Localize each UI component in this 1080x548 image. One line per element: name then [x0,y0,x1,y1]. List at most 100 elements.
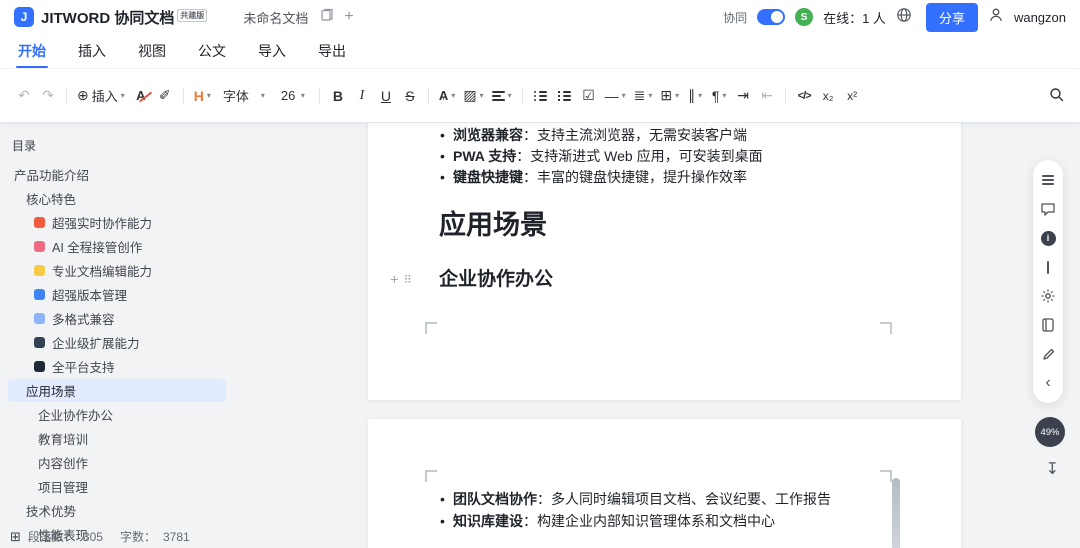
collapse-panel-button[interactable]: ‹ [1040,375,1056,391]
outline-item-enterprise-office[interactable]: 企业协作办公 [8,403,226,426]
strikethrough-button[interactable]: S [398,82,422,110]
bullet-item[interactable]: 浏览器兼容：支持主流浏览器，无需安装客户端 [440,125,891,146]
font-family-select[interactable]: 字体 ▾ [215,82,273,110]
search-button[interactable] [1044,82,1068,110]
table-icon: ⊞ [660,87,673,103]
superscript-button[interactable]: x² [840,82,864,110]
tab-export[interactable]: 导出 [316,34,348,68]
subscript-button[interactable]: x₂ [816,82,840,110]
align-button[interactable]: ▾ [488,82,516,110]
settings-button[interactable] [1040,288,1056,304]
outline-item-content-creation[interactable]: 内容创作 [8,451,226,474]
document-title[interactable]: 未命名文档 [243,8,308,27]
columns-icon: ∥ [688,87,696,103]
collaborator-avatar[interactable]: S [795,8,814,26]
indent-decrease-button[interactable]: ⇤ [755,82,779,110]
heading-1[interactable]: 应用场景 [439,206,891,244]
outline-item-product-intro[interactable]: 产品功能介绍 [8,163,226,186]
drag-handle-icon[interactable]: ⠿ [404,274,412,287]
italic-button[interactable]: I [350,82,374,110]
language-globe-icon[interactable] [896,7,912,28]
table-button[interactable]: ⊞ ▾ [656,82,683,110]
notebook-button[interactable] [1040,317,1056,333]
chevron-down-icon: ▾ [648,91,653,100]
app-logo-icon[interactable]: J [14,7,34,27]
bullet-list-icon [534,90,548,101]
zoom-badge[interactable]: 49% [1035,417,1065,447]
add-block-icon[interactable]: + [390,273,399,288]
doc-tab-icon[interactable] [320,8,334,27]
user-name[interactable]: wangzon [1014,10,1066,25]
insert-button[interactable]: ⊕ 插入 ▾ [73,82,129,110]
tab-import[interactable]: 导入 [256,34,288,68]
pen-button[interactable] [1040,346,1056,362]
heading-style-button[interactable]: H ▾ [190,82,215,110]
tab-view[interactable]: 视图 [136,34,168,68]
user-icon[interactable] [988,7,1004,28]
format-painter-icon: ✐ [158,87,171,103]
highlight-color-icon: ▨ [463,87,477,103]
menu-button[interactable] [1040,172,1056,188]
bullet-item[interactable]: PWA 支持：支持渐进式 Web 应用，可安装到桌面 [440,146,891,167]
undo-button[interactable]: ↶ [12,82,36,110]
rocket-icon [34,217,45,228]
sync-icon [34,289,45,300]
document-page-1[interactable]: 浏览器兼容：支持主流浏览器，无需安装客户端 PWA 支持：支持渐进式 Web 应… [368,123,961,400]
new-tab-icon[interactable]: + [344,9,353,25]
outline-item-version-management[interactable]: 超强版本管理 [8,283,226,306]
outline-item-realtime-collab[interactable]: 超强实时协作能力 [8,211,226,234]
bullet-list-button[interactable] [529,82,553,110]
horizontal-rule-button[interactable]: — ▾ [601,82,630,110]
line-spacing-icon: ≣ [633,87,646,103]
font-color-button[interactable]: A ▾ [435,82,459,110]
indent-increase-button[interactable]: ⇥ [731,82,755,110]
font-size-select[interactable]: 26 ▾ [273,82,313,110]
outline-item-platform-support[interactable]: 全平台支持 [8,355,226,378]
columns-button[interactable]: ∥ ▾ [683,82,707,110]
tab-home[interactable]: 开始 [16,34,48,68]
bullet-item[interactable]: 知识库建设：构建企业内部知识管理体系和文档中心 [440,510,891,532]
highlight-color-button[interactable]: ▨ ▾ [459,82,487,110]
format-painter-button[interactable]: ✐ [153,82,177,110]
collaboration-toggle[interactable] [757,9,786,25]
redo-button[interactable]: ↷ [36,82,60,110]
underline-button[interactable]: U [374,82,398,110]
document-page-2[interactable]: 团队文档协作：多人同时编辑项目文档、会议纪要、工作报告 知识库建设：构建企业内部… [368,419,961,548]
bold-button[interactable]: B [326,82,350,110]
scroll-down-button[interactable]: ↧ [1046,459,1059,479]
outline-item-ai-writing[interactable]: AI 全程接管创作 [8,235,226,258]
outline-item-format-compat[interactable]: 多格式兼容 [8,307,226,330]
clear-format-button[interactable]: A [129,82,153,110]
outline-item-tech-advantages[interactable]: 技术优势 [8,499,226,522]
slider-button[interactable] [1040,259,1056,275]
tab-official-doc[interactable]: 公文 [196,34,228,68]
bullet-list[interactable]: 团队文档协作：多人同时编辑项目文档、会议纪要、工作报告 知识库建设：构建企业内部… [368,419,961,532]
line-spacing-button[interactable]: ≣ ▾ [630,82,657,110]
slider-icon [1046,260,1050,274]
paragraph-mark-button[interactable]: ¶ ▾ [707,82,731,110]
numbered-list-button[interactable] [553,82,577,110]
task-list-button[interactable]: ☑ [577,82,601,110]
comment-button[interactable] [1040,201,1056,217]
code-icon: </> [797,89,812,102]
tab-insert[interactable]: 插入 [76,34,108,68]
outline-item-doc-editing[interactable]: 专业文档编辑能力 [8,259,226,282]
collab-label: 协同 [723,10,748,25]
outline-item-education[interactable]: 教育培训 [8,427,226,450]
outline-item-use-cases[interactable]: 应用场景 [8,379,226,402]
indent-increase-icon: ⇥ [737,87,749,103]
share-button[interactable]: 分享 [925,2,978,32]
block-controls: + ⠿ [390,273,412,288]
bullet-list[interactable]: 浏览器兼容：支持主流浏览器，无需安装客户端 PWA 支持：支持渐进式 Web 应… [368,123,961,188]
bullet-item[interactable]: 团队文档协作：多人同时编辑项目文档、会议纪要、工作报告 [440,488,891,510]
page-scrollbar[interactable] [892,478,900,548]
outline-item-project-management[interactable]: 项目管理 [8,475,226,498]
paragraph-mark-icon: ¶ [711,87,720,104]
outline-item-core-features[interactable]: 核心特色 [8,187,226,210]
info-button[interactable]: i [1040,230,1056,246]
scroll-down-icon: ↧ [1045,461,1059,478]
bullet-item[interactable]: 键盘快捷键：丰富的键盘快捷键，提升操作效率 [440,167,891,188]
code-block-button[interactable]: </> [792,82,816,110]
outline-item-enterprise-extension[interactable]: 企业级扩展能力 [8,331,226,354]
heading-2[interactable]: 企业协作办公 [439,266,891,294]
